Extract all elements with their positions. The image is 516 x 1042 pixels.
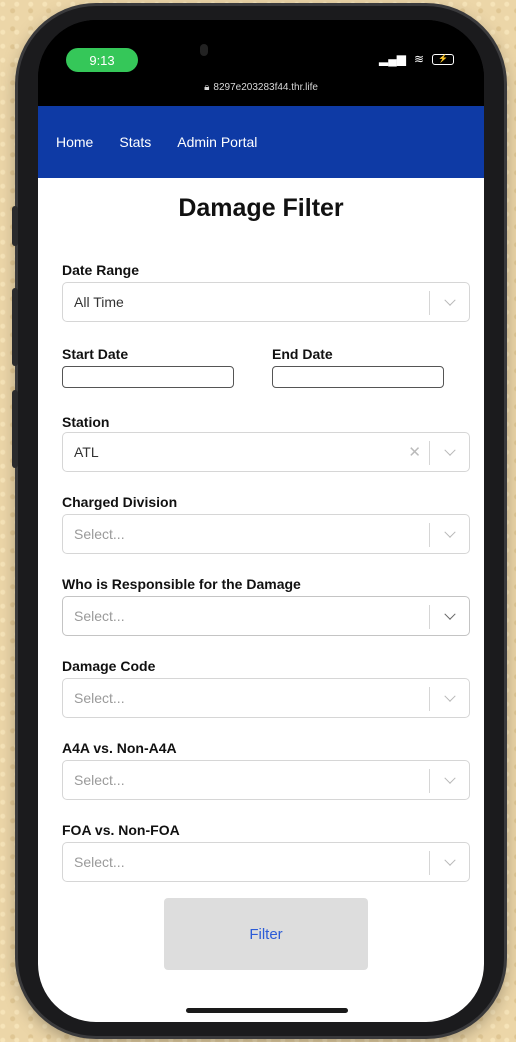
- a4a-placeholder: Select...: [74, 772, 125, 788]
- station-select[interactable]: ATL ✕: [62, 432, 470, 472]
- page-content: Damage Filter Date Range All Time Start …: [38, 178, 484, 1022]
- wifi-icon: ≋: [413, 52, 424, 66]
- screen: 9:13 ▂▄▆ ≋ ⚡ 🔒︎ 8297e203283f44.thr.life …: [38, 20, 484, 1022]
- chevron-down-icon[interactable]: [429, 687, 469, 711]
- start-date-input[interactable]: [62, 366, 234, 388]
- url-text: 8297e203283f44.thr.life: [213, 82, 318, 93]
- clear-icon[interactable]: ✕: [408, 443, 421, 461]
- foa-label: FOA vs. Non-FOA: [62, 822, 180, 838]
- chevron-down-icon[interactable]: [429, 851, 469, 875]
- foa-select[interactable]: Select...: [62, 842, 470, 882]
- damage-code-select[interactable]: Select...: [62, 678, 470, 718]
- responsible-placeholder: Select...: [74, 608, 125, 624]
- nav-home[interactable]: Home: [56, 134, 93, 150]
- signal-icon: ▂▄▆: [378, 52, 406, 66]
- start-date-label: Start Date: [62, 346, 129, 362]
- date-range-select[interactable]: All Time: [62, 282, 470, 322]
- volume-down-button: [12, 390, 18, 468]
- responsible-select[interactable]: Select...: [62, 596, 470, 636]
- volume-up-button: [12, 288, 18, 366]
- action-button: [12, 206, 18, 246]
- lock-icon: 🔒︎: [204, 82, 210, 93]
- charged-division-label: Charged Division: [62, 494, 178, 510]
- chevron-down-icon[interactable]: [429, 605, 469, 629]
- status-icons: ▂▄▆ ≋ ⚡: [379, 52, 454, 66]
- status-time: 9:13: [66, 48, 138, 72]
- chevron-down-icon[interactable]: [429, 523, 469, 547]
- station-value: ATL: [74, 444, 99, 460]
- battery-icon: ⚡: [432, 53, 454, 65]
- url-bar[interactable]: 🔒︎ 8297e203283f44.thr.life: [38, 82, 484, 93]
- chevron-down-icon[interactable]: [429, 291, 469, 315]
- a4a-label: A4A vs. Non-A4A: [62, 740, 177, 756]
- end-date-label: End Date: [272, 346, 333, 362]
- charged-division-placeholder: Select...: [74, 526, 125, 542]
- responsible-label: Who is Responsible for the Damage: [62, 576, 301, 592]
- end-date-input[interactable]: [272, 366, 444, 388]
- charged-division-select[interactable]: Select...: [62, 514, 470, 554]
- page-title: Damage Filter: [178, 194, 344, 222]
- damage-code-label: Damage Code: [62, 658, 156, 674]
- date-range-value: All Time: [74, 294, 124, 310]
- chevron-down-icon[interactable]: [429, 441, 469, 465]
- filter-button[interactable]: Filter: [164, 898, 368, 970]
- station-label: Station: [62, 414, 110, 430]
- home-indicator[interactable]: [186, 1008, 348, 1013]
- nav-admin-portal[interactable]: Admin Portal: [177, 134, 257, 150]
- date-range-label: Date Range: [62, 262, 140, 278]
- top-nav: Home Stats Admin Portal: [38, 106, 484, 178]
- camera-icon: [200, 44, 208, 56]
- status-bar: 9:13 ▂▄▆ ≋ ⚡ 🔒︎ 8297e203283f44.thr.life: [38, 20, 484, 106]
- a4a-select[interactable]: Select...: [62, 760, 470, 800]
- phone-frame: 9:13 ▂▄▆ ≋ ⚡ 🔒︎ 8297e203283f44.thr.life …: [12, 6, 504, 1036]
- foa-placeholder: Select...: [74, 854, 125, 870]
- nav-stats[interactable]: Stats: [119, 134, 151, 150]
- chevron-down-icon[interactable]: [429, 769, 469, 793]
- damage-code-placeholder: Select...: [74, 690, 125, 706]
